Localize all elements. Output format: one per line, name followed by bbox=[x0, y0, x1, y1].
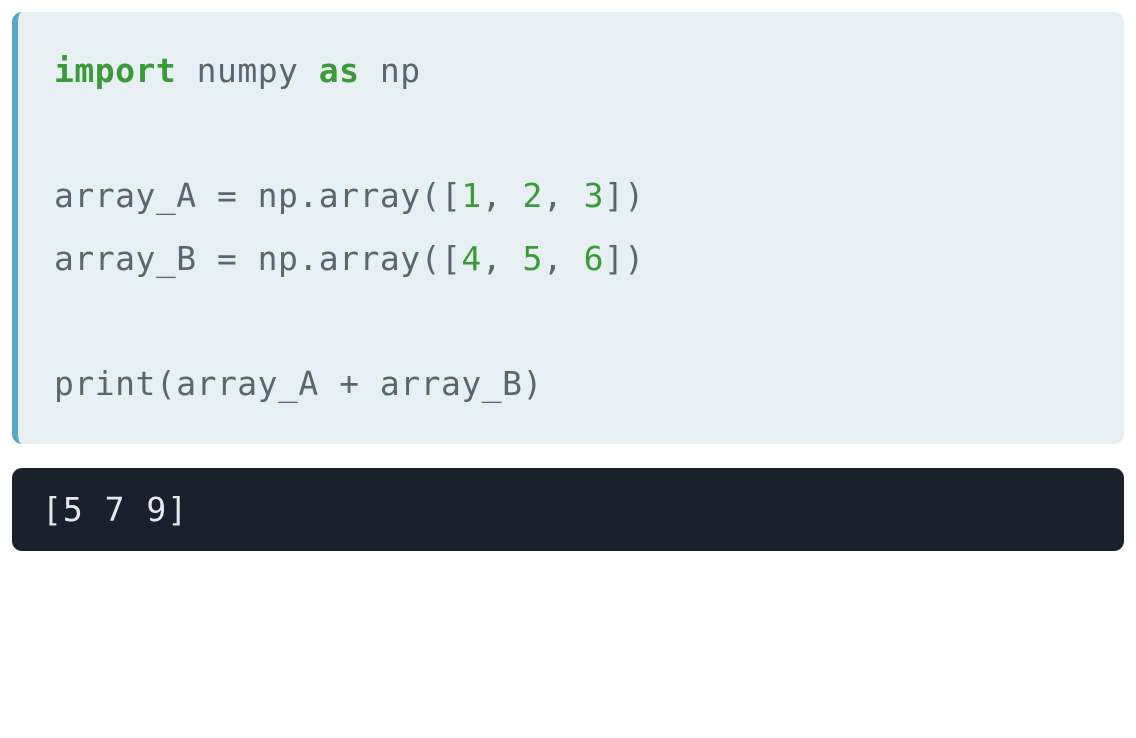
code-text: ]) bbox=[604, 239, 645, 278]
code-text: , bbox=[482, 239, 523, 278]
number-literal: 2 bbox=[522, 176, 542, 215]
code-content: import numpy as np array_A = np.array([1… bbox=[54, 40, 1092, 416]
code-text: np bbox=[360, 51, 421, 90]
code-text: print(array_A + array_B) bbox=[54, 364, 543, 403]
number-literal: 5 bbox=[522, 239, 542, 278]
code-text: array_B = np.array([ bbox=[54, 239, 461, 278]
code-text: , bbox=[482, 176, 523, 215]
output-content: [5 7 9] bbox=[42, 490, 1094, 529]
number-literal: 4 bbox=[461, 239, 481, 278]
code-block: import numpy as np array_A = np.array([1… bbox=[12, 12, 1124, 444]
keyword-as: as bbox=[319, 51, 360, 90]
code-text: numpy bbox=[176, 51, 319, 90]
code-text: , bbox=[543, 239, 584, 278]
code-text: , bbox=[543, 176, 584, 215]
number-literal: 1 bbox=[461, 176, 481, 215]
number-literal: 3 bbox=[584, 176, 604, 215]
code-text: array_A = np.array([ bbox=[54, 176, 461, 215]
output-block: [5 7 9] bbox=[12, 468, 1124, 551]
keyword-import: import bbox=[54, 51, 176, 90]
number-literal: 6 bbox=[584, 239, 604, 278]
code-text: ]) bbox=[604, 176, 645, 215]
